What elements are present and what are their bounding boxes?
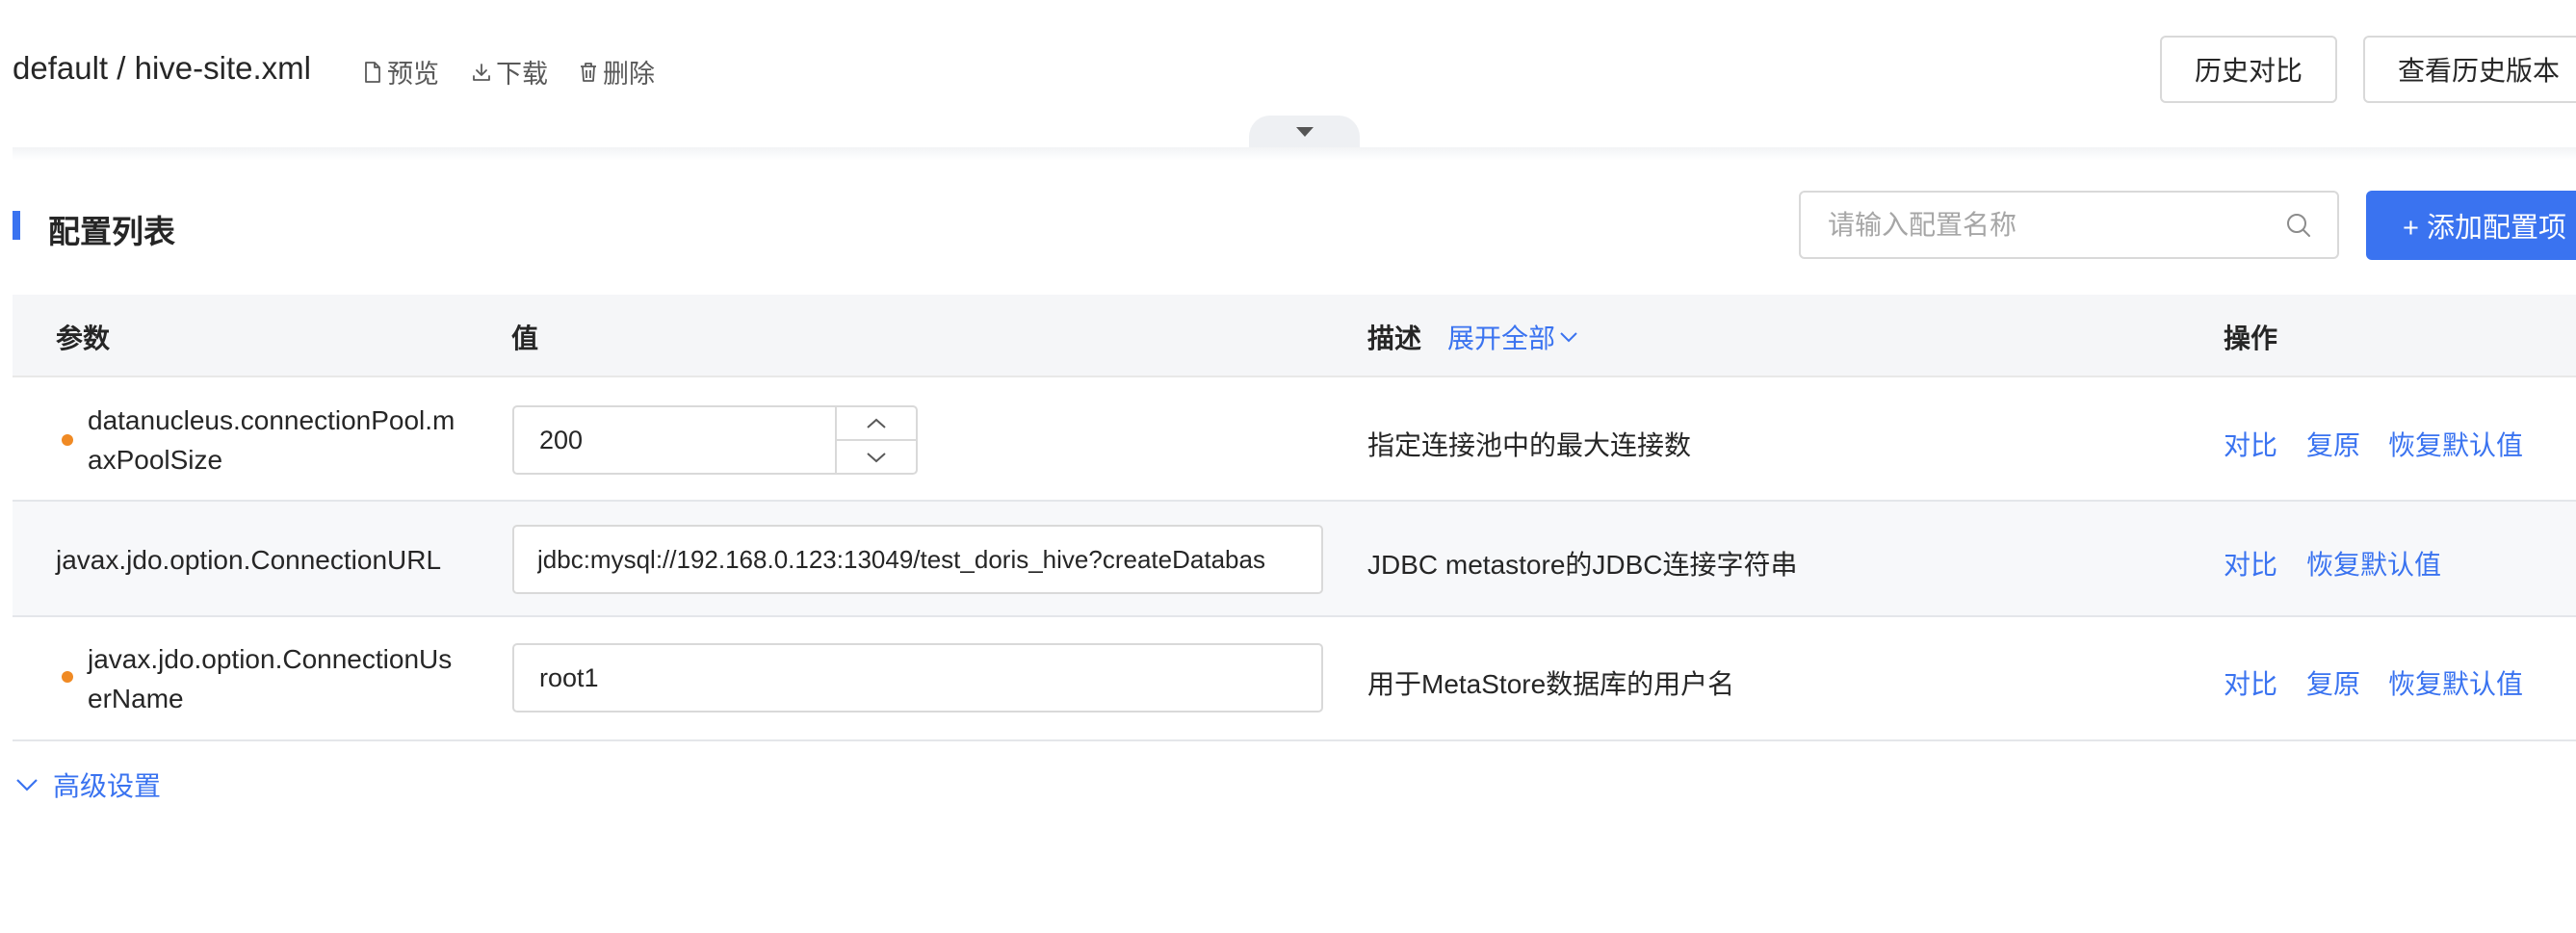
restore-link[interactable]: 复原 bbox=[2306, 425, 2360, 463]
download-label: 下载 bbox=[496, 60, 548, 89]
file-title: default / hive-site.xml bbox=[13, 50, 311, 86]
number-stepper[interactable] bbox=[835, 407, 916, 473]
expand-all-toggle[interactable]: 展开全部 bbox=[1447, 318, 1578, 356]
compare-link[interactable]: 对比 bbox=[2224, 663, 2277, 702]
param-description: JDBC metastore的JDBC连接字符串 bbox=[1367, 550, 1798, 580]
header-divider bbox=[13, 147, 2576, 161]
column-desc: 描述 bbox=[1367, 324, 1422, 353]
download-action[interactable]: 下载 bbox=[471, 53, 548, 91]
param-name-line: javax.jdo.option.ConnectionURL bbox=[56, 545, 442, 575]
search-box[interactable] bbox=[1799, 191, 2339, 259]
param-description: 指定连接池中的最大连接数 bbox=[1367, 430, 1692, 460]
view-history-button[interactable]: 查看历史版本 bbox=[2363, 36, 2576, 103]
value-text-field[interactable] bbox=[512, 525, 1323, 594]
chevron-down-icon bbox=[867, 452, 886, 462]
param-name-line: datanucleus.connectionPool.m bbox=[88, 405, 455, 435]
search-icon[interactable] bbox=[2285, 212, 2312, 239]
modified-dot bbox=[62, 671, 73, 683]
advanced-settings-toggle[interactable]: 高级设置 bbox=[14, 765, 161, 804]
modified-dot bbox=[62, 434, 73, 446]
chevron-down-icon bbox=[16, 779, 38, 791]
increment-button[interactable] bbox=[837, 407, 916, 439]
collapse-toggle[interactable] bbox=[1249, 116, 1360, 148]
trash-icon bbox=[581, 62, 596, 82]
delete-action[interactable]: 删除 bbox=[578, 53, 655, 91]
value-number-field[interactable] bbox=[512, 405, 918, 475]
compare-link[interactable]: 对比 bbox=[2224, 544, 2277, 583]
delete-label: 删除 bbox=[603, 60, 655, 89]
preview-action[interactable]: 预览 bbox=[362, 53, 439, 91]
table-header bbox=[13, 295, 2576, 377]
section-accent-bar bbox=[13, 211, 20, 240]
reset-default-link[interactable]: 恢复默认值 bbox=[2306, 544, 2441, 583]
param-description: 用于MetaStore数据库的用户名 bbox=[1367, 669, 1735, 699]
chevron-up-icon bbox=[867, 418, 886, 428]
param-name-line: axPoolSize bbox=[88, 445, 223, 475]
add-config-button[interactable]: + 添加配置项 bbox=[2366, 191, 2576, 260]
caret-down-icon bbox=[1295, 127, 1314, 137]
preview-label: 预览 bbox=[387, 60, 439, 89]
decrement-button[interactable] bbox=[837, 439, 916, 473]
param-name: javax.jdo.option.ConnectionURL bbox=[56, 540, 441, 580]
reset-default-link[interactable]: 恢复默认值 bbox=[2388, 425, 2523, 463]
expand-all-label: 展开全部 bbox=[1447, 324, 1556, 353]
param-name-line: javax.jdo.option.ConnectionUs bbox=[88, 644, 453, 674]
value-input[interactable] bbox=[514, 662, 1321, 693]
column-param: 参数 bbox=[56, 324, 111, 353]
restore-link[interactable]: 复原 bbox=[2306, 663, 2360, 702]
column-ops: 操作 bbox=[2224, 324, 2278, 353]
file-icon bbox=[365, 61, 380, 83]
column-value: 值 bbox=[511, 324, 539, 353]
search-input[interactable] bbox=[1826, 208, 2285, 242]
chevron-down-icon bbox=[1560, 332, 1577, 343]
advanced-settings-label: 高级设置 bbox=[53, 771, 162, 801]
download-icon bbox=[473, 63, 490, 81]
param-name: javax.jdo.option.ConnectionUs erName bbox=[88, 639, 452, 718]
param-name: datanucleus.connectionPool.m axPoolSize bbox=[88, 401, 455, 479]
compare-link[interactable]: 对比 bbox=[2224, 425, 2277, 463]
value-input[interactable] bbox=[514, 544, 1321, 575]
param-name-line: erName bbox=[88, 684, 184, 713]
history-compare-button[interactable]: 历史对比 bbox=[2160, 36, 2337, 103]
value-text-field[interactable] bbox=[512, 643, 1323, 713]
section-title: 配置列表 bbox=[48, 214, 175, 249]
reset-default-link[interactable]: 恢复默认值 bbox=[2388, 663, 2523, 702]
